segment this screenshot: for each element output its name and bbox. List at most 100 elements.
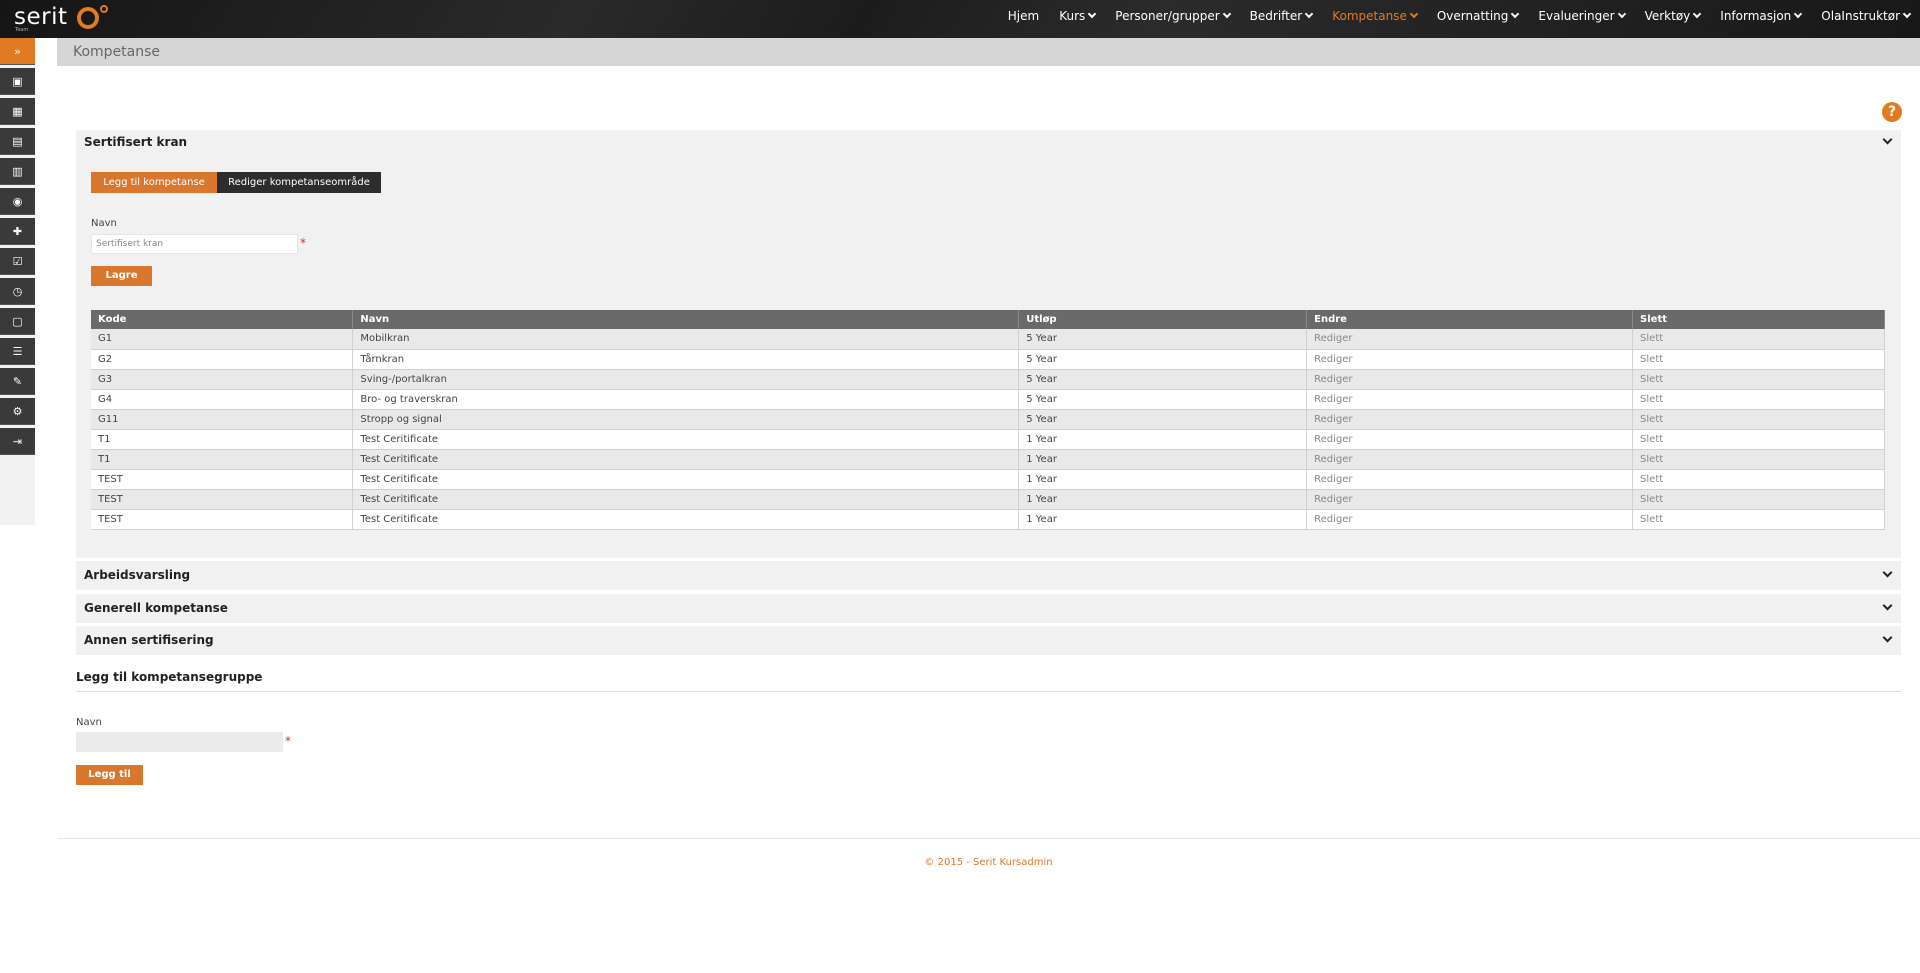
nav-item-label: Kurs xyxy=(1059,8,1086,23)
name-input[interactable]: Sertifisert kran xyxy=(91,234,298,254)
accordion-title[interactable]: Sertifisert kran xyxy=(84,135,187,149)
edit-link[interactable]: Rediger xyxy=(1306,489,1634,510)
edit-link[interactable]: Rediger xyxy=(1306,429,1634,450)
edit-competence-area-button[interactable]: Rediger kompetanseområde xyxy=(217,172,381,193)
table-cell: Test Ceritificate xyxy=(352,429,1020,450)
sidebar-item-logout[interactable]: ⇥ xyxy=(0,428,35,455)
sidebar-item-expand[interactable]: » xyxy=(0,38,35,65)
chevron-down-icon xyxy=(1088,9,1097,19)
document-icon: ▢ xyxy=(12,314,23,328)
help-icon[interactable]: ? xyxy=(1882,102,1902,122)
sidebar-item-document[interactable]: ▢ xyxy=(0,308,35,335)
delete-link[interactable]: Slett xyxy=(1632,329,1885,350)
nav-item-label: Informasjon xyxy=(1720,8,1792,23)
nav-item-bedrifter[interactable]: Bedrifter xyxy=(1250,9,1314,23)
delete-link[interactable]: Slett xyxy=(1632,509,1885,530)
delete-link[interactable]: Slett xyxy=(1632,489,1885,510)
nav-item-kompetanse[interactable]: Kompetanse xyxy=(1332,9,1419,23)
group-required-mark: * xyxy=(285,734,291,748)
table-cell: G2 xyxy=(91,349,354,370)
sidebar-item-checkbox[interactable]: ☑ xyxy=(0,248,35,275)
sidebar-item-document-list[interactable]: ☰ xyxy=(0,338,35,365)
edit-link[interactable]: Rediger xyxy=(1306,509,1634,530)
edit-link[interactable]: Rediger xyxy=(1306,349,1634,370)
sidebar-item-book-stack[interactable]: ▥ xyxy=(0,158,35,185)
table-row: G11 Stropp og signal 5 Year Rediger Slett xyxy=(91,409,1885,430)
sidebar-item-clock[interactable]: ◷ xyxy=(0,278,35,305)
edit-link[interactable]: Rediger xyxy=(1306,369,1634,390)
footer-divider xyxy=(58,838,1920,839)
table-cell: G4 xyxy=(91,389,354,410)
table-cell: Bro- og traverskran xyxy=(352,389,1020,410)
sidebar-item-person-search[interactable]: ◉ xyxy=(0,188,35,215)
footer-text: © 2015 - Serit Kursadmin xyxy=(924,857,1053,868)
chevron-down-icon xyxy=(1794,9,1803,19)
nav-item-personer-grupper[interactable]: Personer/grupper xyxy=(1115,9,1231,23)
save-button[interactable]: Lagre xyxy=(91,266,152,286)
add-competence-button[interactable]: Legg til kompetanse xyxy=(91,172,217,193)
sidebar-item-calendar-grid[interactable]: ▦ xyxy=(0,98,35,125)
nav-item-verkt-y[interactable]: Verktøy xyxy=(1645,9,1702,23)
sidebar-item-gear[interactable]: ⚙ xyxy=(0,398,35,425)
table-cell: TEST xyxy=(91,509,354,530)
delete-link[interactable]: Slett xyxy=(1632,429,1885,450)
chevron-down-icon[interactable] xyxy=(1882,632,1893,643)
table-cell: T1 xyxy=(91,449,354,470)
table-row: T1 Test Ceritificate 1 Year Rediger Slett xyxy=(91,429,1885,450)
nav-item-kurs[interactable]: Kurs xyxy=(1059,8,1097,23)
sidebar-item-book[interactable]: ▤ xyxy=(0,128,35,155)
delete-link[interactable]: Slett xyxy=(1632,469,1885,490)
chevron-down-icon xyxy=(1409,9,1419,19)
delete-link[interactable]: Slett xyxy=(1632,389,1885,410)
table-cell: TEST xyxy=(91,469,354,490)
nav-item-olainstrukt-r[interactable]: OlaInstruktør xyxy=(1821,8,1912,23)
edit-link[interactable]: Rediger xyxy=(1306,409,1634,430)
table-row: G4 Bro- og traverskran 5 Year Rediger Slett xyxy=(91,389,1885,410)
add-group-button[interactable]: Legg til xyxy=(76,765,143,785)
table-cell: 1 Year xyxy=(1018,449,1308,470)
delete-link[interactable]: Slett xyxy=(1632,409,1885,430)
group-name-label: Navn xyxy=(76,717,102,728)
nav-item-evalueringer[interactable]: Evalueringer xyxy=(1538,8,1626,23)
logo-dot-icon xyxy=(100,5,108,13)
edit-link[interactable]: Rediger xyxy=(1306,469,1634,490)
delete-link[interactable]: Slett xyxy=(1632,369,1885,390)
competence-table: Kode Navn Utløp Endre Slett G1 Mobilkran 5 Yea… xyxy=(91,310,1885,530)
nav-item-hjem[interactable]: Hjem xyxy=(1008,9,1039,23)
nav-item-label: Evalueringer xyxy=(1538,8,1615,23)
book-stack-icon: ▥ xyxy=(12,164,23,178)
table-cell: 5 Year xyxy=(1018,329,1308,350)
chevron-down-icon[interactable] xyxy=(1882,600,1893,611)
expand-icon: » xyxy=(14,44,21,58)
delete-link[interactable]: Slett xyxy=(1632,449,1885,470)
table-row: TEST Test Ceritificate 1 Year Rediger Slett xyxy=(91,509,1885,530)
table-cell: Stropp og signal xyxy=(352,409,1020,430)
table-cell: 1 Year xyxy=(1018,469,1308,490)
logo[interactable]: serit Team xyxy=(14,3,108,35)
chevron-down-icon[interactable] xyxy=(1882,134,1893,145)
document-edit-icon: ✎ xyxy=(12,374,23,388)
column-header-1: Navn xyxy=(352,310,1020,329)
delete-link[interactable]: Slett xyxy=(1632,349,1885,370)
chevron-down-icon xyxy=(1617,9,1626,19)
nav-item-label: OlaInstruktør xyxy=(1821,8,1900,23)
table-cell: 1 Year xyxy=(1018,509,1308,530)
group-name-input[interactable] xyxy=(76,732,283,752)
accordion-generell-kompetanse[interactable]: Generell kompetanse xyxy=(76,594,1901,623)
nav-item-overnatting[interactable]: Overnatting xyxy=(1437,9,1520,23)
sidebar-item-document-edit[interactable]: ✎ xyxy=(0,368,35,395)
chevron-down-icon xyxy=(1511,9,1520,19)
table-row: G1 Mobilkran 5 Year Rediger Slett xyxy=(91,329,1885,350)
sidebar-item-add-user[interactable]: ✚ xyxy=(0,218,35,245)
page-title: Kompetanse xyxy=(73,44,161,60)
table-cell: 5 Year xyxy=(1018,349,1308,370)
column-header-4: Slett xyxy=(1632,310,1885,329)
edit-link[interactable]: Rediger xyxy=(1306,449,1634,470)
sidebar-item-calendar[interactable]: ▣ xyxy=(0,68,35,95)
accordion-arbeidsvarsling[interactable]: Arbeidsvarsling xyxy=(76,561,1901,590)
edit-link[interactable]: Rediger xyxy=(1306,389,1634,410)
edit-link[interactable]: Rediger xyxy=(1306,329,1634,350)
chevron-down-icon[interactable] xyxy=(1882,567,1893,578)
accordion-annen-sertifisering[interactable]: Annen sertifisering xyxy=(76,626,1901,655)
nav-item-informasjon[interactable]: Informasjon xyxy=(1720,8,1803,23)
